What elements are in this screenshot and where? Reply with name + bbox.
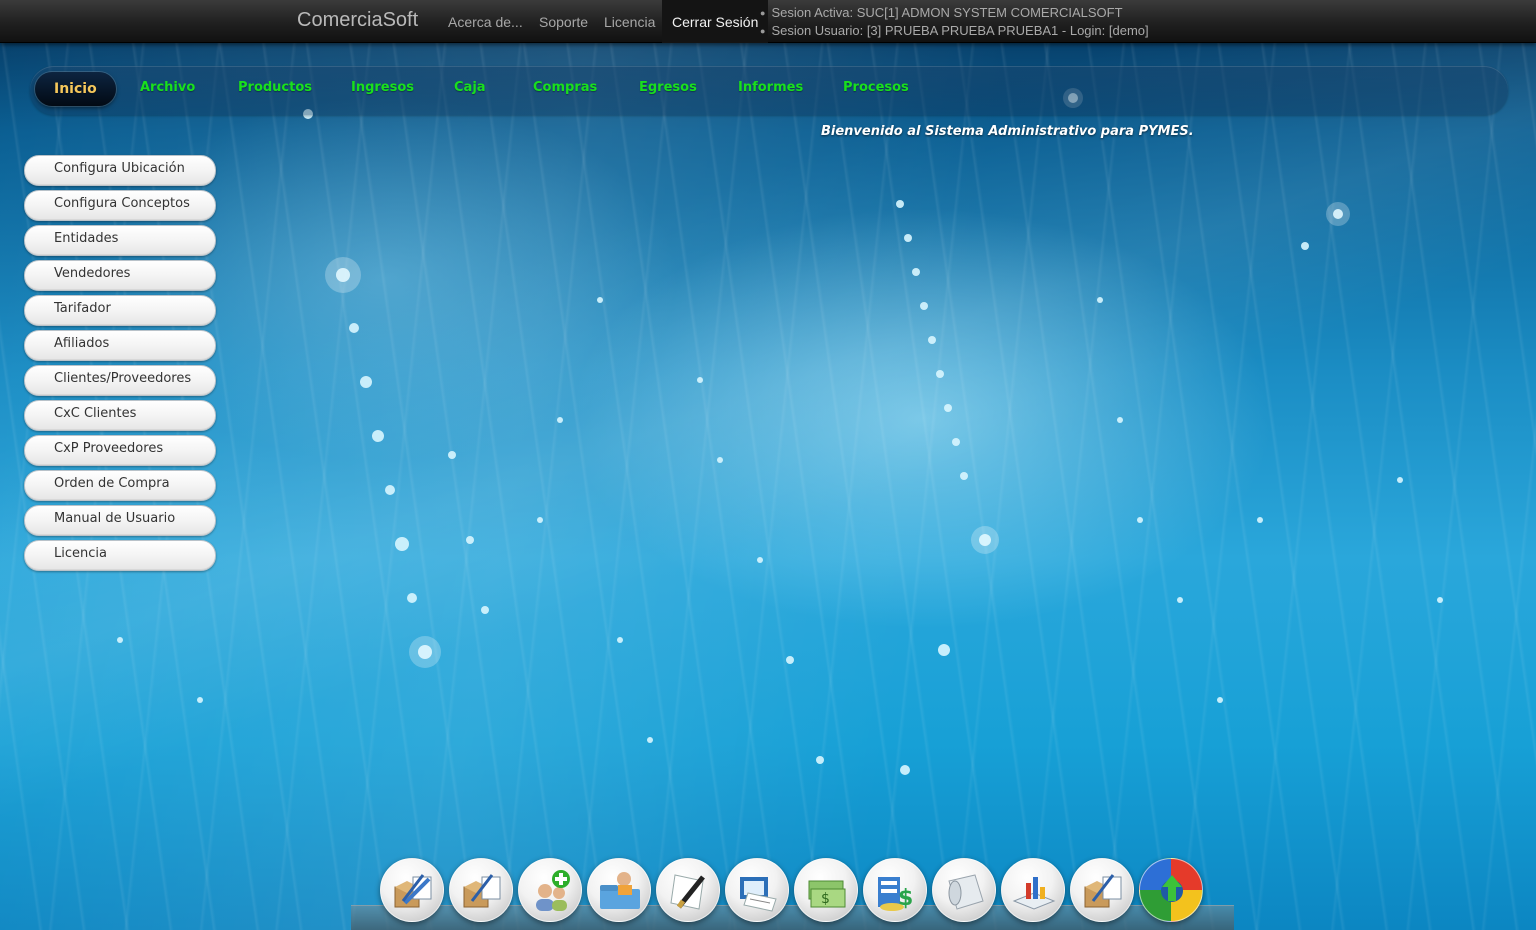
paper-roll-icon[interactable] (932, 858, 996, 922)
nav-tab-caja[interactable]: Caja (454, 80, 486, 95)
user-folder-icon[interactable] (587, 858, 651, 922)
background-streaks (0, 0, 1536, 930)
sidebar-item-tarifador[interactable]: Tarifador (24, 295, 216, 326)
money-stack-icon[interactable]: $ (794, 858, 858, 922)
nav-tab-egresos[interactable]: Egresos (639, 80, 697, 95)
sidebar-item-cxp-proveedores[interactable]: CxP Proveedores (24, 435, 216, 466)
nav-tab-informes[interactable]: Informes (738, 80, 803, 95)
nav-tab-compras[interactable]: Compras (533, 80, 597, 95)
bullet-icon: ● (760, 26, 766, 36)
sidebar-menu: Configura Ubicación Configura Conceptos … (24, 155, 216, 575)
svg-text:$: $ (821, 891, 830, 907)
sidebar-item-cxc-clientes[interactable]: CxC Clientes (24, 400, 216, 431)
nav-tab-inicio[interactable]: Inicio (35, 72, 116, 106)
sidebar-item-licencia[interactable]: Licencia (24, 540, 216, 571)
about-link[interactable]: Acerca de... (448, 14, 523, 30)
cash-register-icon[interactable]: $ (863, 858, 927, 922)
welcome-message: Bienvenido al Sistema Administrativo par… (821, 124, 1194, 139)
sidebar-item-orden-de-compra[interactable]: Orden de Compra (24, 470, 216, 501)
sidebar-item-manual-de-usuario[interactable]: Manual de Usuario (24, 505, 216, 536)
sidebar-item-configura-conceptos[interactable]: Configura Conceptos (24, 190, 216, 221)
box-edit-icon[interactable] (449, 858, 513, 922)
chart-report-icon[interactable] (1001, 858, 1065, 922)
support-link[interactable]: Soporte (539, 14, 588, 30)
box-edit-icon[interactable] (1070, 858, 1134, 922)
nav-tab-ingresos[interactable]: Ingresos (351, 80, 414, 95)
sidebar-item-afiliados[interactable]: Afiliados (24, 330, 216, 361)
svg-text:$: $ (898, 886, 913, 911)
nav-tab-archivo[interactable]: Archivo (140, 80, 195, 95)
nav-tab-productos[interactable]: Productos (238, 80, 312, 95)
add-user-icon[interactable] (518, 858, 582, 922)
background-light-dots (117, 88, 1443, 775)
nav-tab-procesos[interactable]: Procesos (843, 80, 909, 95)
license-link[interactable]: Licencia (604, 14, 655, 30)
invoice-printer-icon[interactable] (725, 858, 789, 922)
sidebar-item-clientes-proveedores[interactable]: Clientes/Proveedores (24, 365, 216, 396)
session-info: ● Sesion Activa: SUC[1] ADMON SYSTEM COME… (760, 4, 1149, 40)
sidebar-item-configura-ubicacion[interactable]: Configura Ubicación (24, 155, 216, 186)
sidebar-item-entidades[interactable]: Entidades (24, 225, 216, 256)
pen-document-icon[interactable] (656, 858, 720, 922)
logout-link[interactable]: Cerrar Sesión (662, 0, 769, 43)
bullet-icon: ● (760, 8, 766, 18)
top-bar: ComerciaSoft Acerca de... Soporte Licenc… (0, 0, 1536, 43)
session-active-line: ● Sesion Activa: SUC[1] ADMON SYSTEM COME… (760, 4, 1149, 22)
session-active-text: Sesion Activa: SUC[1] ADMON SYSTEM COMER… (771, 5, 1123, 20)
box-edit-icon[interactable] (380, 858, 444, 922)
session-user-text: Sesion Usuario: [3] PRUEBA PRUEBA PRUEBA… (771, 23, 1149, 38)
brand-logo-text[interactable]: ComerciaSoft (297, 9, 418, 32)
session-user-line: ● Sesion Usuario: [3] PRUEBA PRUEBA PRUEB… (760, 22, 1149, 40)
sidebar-item-vendedores[interactable]: Vendedores (24, 260, 216, 291)
refresh-cycle-icon[interactable] (1139, 858, 1203, 922)
